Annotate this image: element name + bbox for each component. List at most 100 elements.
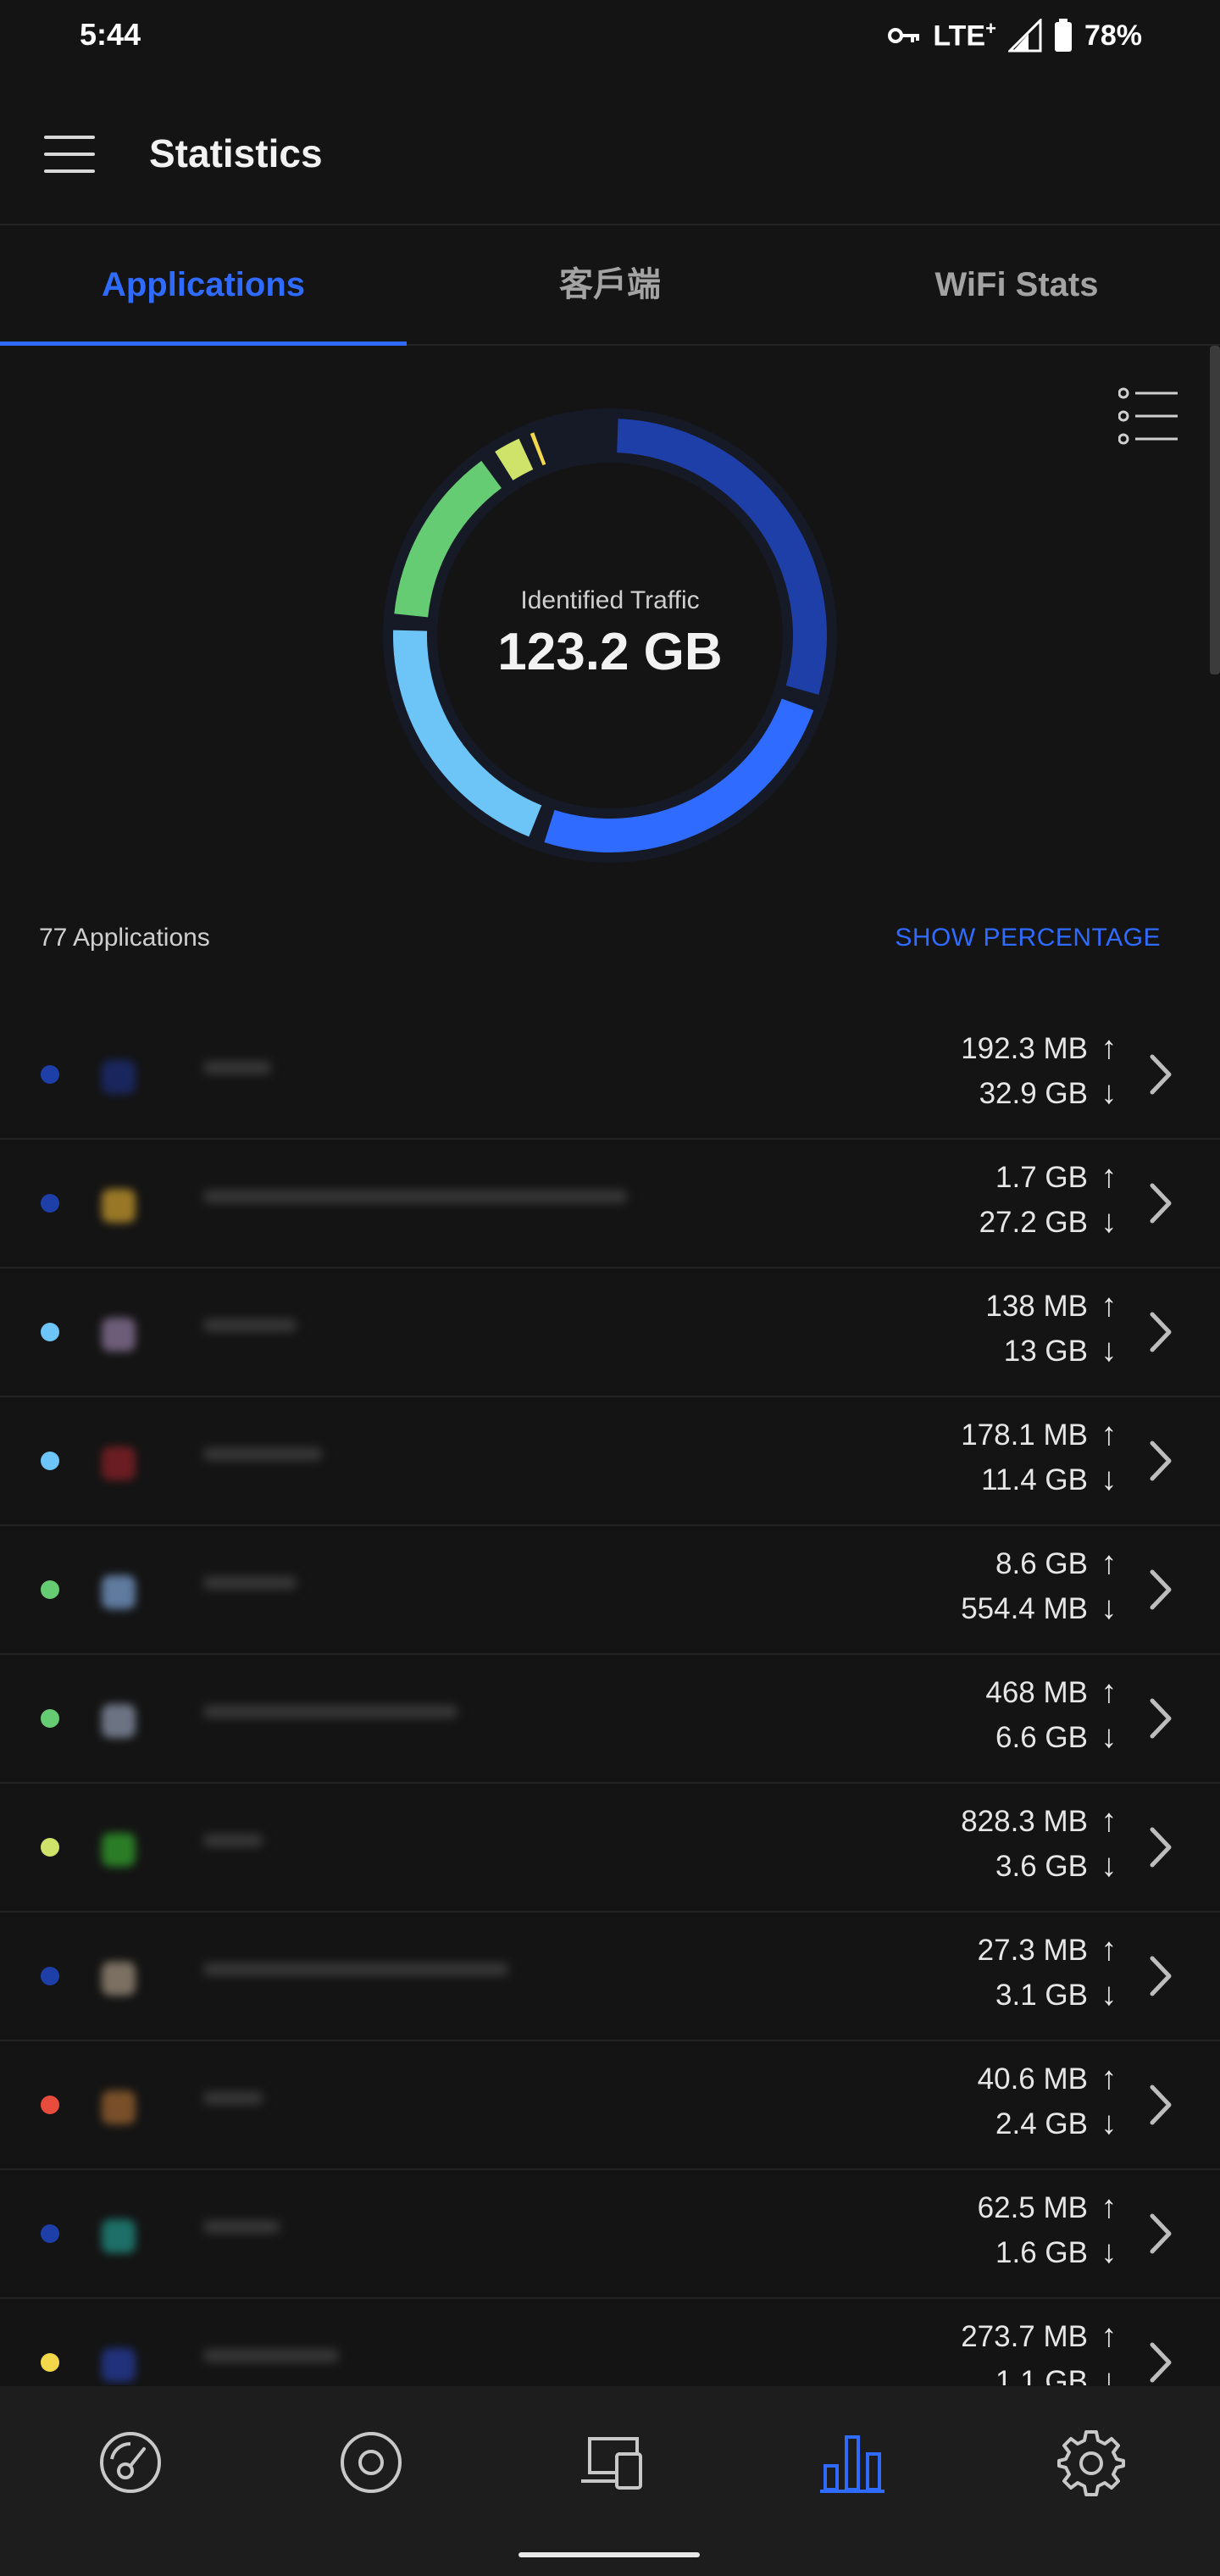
app-name-blurred	[203, 1835, 610, 1860]
dashboard-gauge-icon[interactable]	[97, 2429, 164, 2496]
chevron-right-icon[interactable]	[1142, 1438, 1179, 1484]
app-icon	[102, 1833, 136, 1867]
tab-clients[interactable]: 客戶端	[407, 225, 813, 344]
app-name-blurred	[203, 2092, 610, 2118]
donut-total-value: 123.2 GB	[497, 623, 723, 681]
category-color-dot	[41, 1452, 59, 1470]
device-ring-icon[interactable]	[337, 2429, 405, 2496]
upload-value: 1.7 GB	[995, 1161, 1088, 1194]
app-name-blurred	[203, 1706, 610, 1731]
app-icon	[102, 1318, 136, 1352]
app-name-blurred	[203, 1577, 610, 1602]
category-color-dot	[41, 2096, 59, 2114]
app-icon	[102, 1060, 136, 1094]
upload-arrow-icon: ↑	[1101, 1159, 1117, 1195]
application-row[interactable]: 62.5 MB ↑ 1.6 GB ↓	[0, 2170, 1220, 2299]
download-arrow-icon: ↓	[1101, 2106, 1117, 2141]
traffic-values: 178.1 MB ↑ 11.4 GB ↓	[768, 1413, 1123, 1502]
application-row[interactable]: 1.7 GB ↑ 27.2 GB ↓	[0, 1140, 1220, 1269]
chevron-right-icon[interactable]	[1142, 2211, 1179, 2257]
status-time: 5:44	[80, 17, 141, 52]
app-icon	[102, 1575, 136, 1609]
download-value: 13 GB	[1003, 1335, 1088, 1368]
traffic-values: 62.5 MB ↑ 1.6 GB ↓	[768, 2185, 1123, 2275]
download-value: 6.6 GB	[995, 1721, 1088, 1754]
download-arrow-icon: ↓	[1101, 2363, 1117, 2385]
upload-value: 273.7 MB	[961, 2320, 1088, 2353]
upload-arrow-icon: ↑	[1101, 1288, 1117, 1324]
download-value: 27.2 GB	[979, 1206, 1088, 1239]
status-bar: 5:44 LTE+ 78%	[0, 0, 1220, 71]
chevron-right-icon[interactable]	[1142, 1824, 1179, 1870]
download-arrow-icon: ↓	[1101, 1719, 1117, 1755]
upload-arrow-icon: ↑	[1101, 2318, 1117, 2354]
traffic-values: 138 MB ↑ 13 GB ↓	[768, 1284, 1123, 1374]
clients-devices-icon[interactable]	[578, 2429, 646, 2496]
application-row[interactable]: 273.7 MB ↑ 1.1 GB ↓	[0, 2299, 1220, 2385]
app-name-blurred	[203, 1319, 610, 1345]
chevron-right-icon[interactable]	[1142, 1052, 1179, 1097]
network-type: LTE+	[933, 18, 996, 53]
app-name-blurred	[203, 2350, 610, 2375]
download-value: 11.4 GB	[981, 1463, 1088, 1496]
chevron-right-icon[interactable]	[1142, 1180, 1179, 1226]
settings-gear-icon[interactable]	[1057, 2429, 1125, 2496]
upload-value: 468 MB	[985, 1676, 1088, 1709]
app-name-blurred	[203, 2221, 610, 2246]
upload-value: 192.3 MB	[961, 1032, 1088, 1065]
download-arrow-icon: ↓	[1101, 1977, 1117, 2012]
tab-applications[interactable]: Applications	[0, 225, 407, 346]
chevron-right-icon[interactable]	[1142, 1953, 1179, 1999]
signal-icon	[1007, 19, 1042, 53]
show-percentage-button[interactable]: SHOW PERCENTAGE	[895, 924, 1161, 952]
chevron-right-icon[interactable]	[1142, 1567, 1179, 1613]
app-name-blurred	[203, 1191, 627, 1216]
application-row[interactable]: 138 MB ↑ 13 GB ↓	[0, 1269, 1220, 1397]
download-arrow-icon: ↓	[1101, 1462, 1117, 1497]
menu-icon[interactable]	[44, 136, 95, 173]
category-color-dot	[41, 1323, 59, 1341]
download-value: 32.9 GB	[979, 1077, 1088, 1110]
category-color-dot	[41, 1709, 59, 1728]
application-row[interactable]: 192.3 MB ↑ 32.9 GB ↓	[0, 1011, 1220, 1140]
scrollbar-thumb[interactable]	[1210, 346, 1220, 675]
category-color-dot	[41, 1967, 59, 1985]
upload-arrow-icon: ↑	[1101, 2061, 1117, 2096]
list-view-icon[interactable]	[1118, 386, 1179, 446]
download-arrow-icon: ↓	[1101, 2235, 1117, 2270]
application-row[interactable]: 468 MB ↑ 6.6 GB ↓	[0, 1655, 1220, 1784]
chevron-right-icon[interactable]	[1142, 2082, 1179, 2128]
application-row[interactable]: 828.3 MB ↑ 3.6 GB ↓	[0, 1784, 1220, 1913]
app-icon	[102, 1446, 136, 1480]
app-name-blurred	[203, 1062, 610, 1087]
home-indicator[interactable]	[518, 2552, 700, 2557]
application-row[interactable]: 27.3 MB ↑ 3.1 GB ↓	[0, 1913, 1220, 2041]
application-row[interactable]: 8.6 GB ↑ 554.4 MB ↓	[0, 1526, 1220, 1655]
app-icon	[102, 2219, 136, 2253]
download-value: 3.1 GB	[995, 1979, 1088, 2012]
download-value: 1.6 GB	[995, 2236, 1088, 2269]
upload-value: 8.6 GB	[995, 1547, 1088, 1580]
page-title: Statistics	[149, 131, 323, 175]
download-arrow-icon: ↓	[1101, 1848, 1117, 1884]
download-value: 3.6 GB	[995, 1850, 1088, 1883]
app-icon	[102, 1962, 136, 1996]
upload-value: 40.6 MB	[977, 2062, 1088, 2096]
chevron-right-icon[interactable]	[1142, 2340, 1179, 2385]
app-icon	[102, 1704, 136, 1738]
bottom-navigation	[0, 2386, 1220, 2576]
download-value: 2.4 GB	[995, 2107, 1088, 2140]
app-name-blurred	[203, 1963, 610, 1989]
traffic-values: 27.3 MB ↑ 3.1 GB ↓	[768, 1928, 1123, 2018]
upload-value: 138 MB	[985, 1290, 1088, 1323]
application-row[interactable]: 178.1 MB ↑ 11.4 GB ↓	[0, 1397, 1220, 1526]
category-color-dot	[41, 1838, 59, 1857]
tab-wifi-stats[interactable]: WiFi Stats	[813, 225, 1220, 344]
chevron-right-icon[interactable]	[1142, 1309, 1179, 1355]
chevron-right-icon[interactable]	[1142, 1696, 1179, 1741]
download-arrow-icon: ↓	[1101, 1333, 1117, 1368]
application-row[interactable]: 40.6 MB ↑ 2.4 GB ↓	[0, 2041, 1220, 2170]
statistics-bar-chart-icon[interactable]	[818, 2429, 886, 2496]
download-value: 1.1 GB	[995, 2365, 1088, 2385]
download-arrow-icon: ↓	[1101, 1204, 1117, 1240]
